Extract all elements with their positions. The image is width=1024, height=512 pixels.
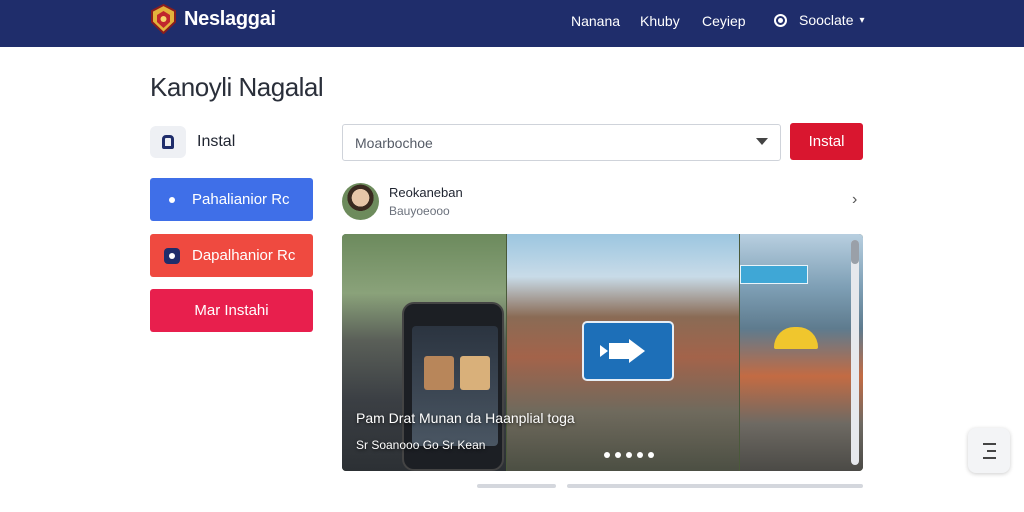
sidebar-button-3-label: Mar Instahi xyxy=(194,302,269,319)
post-author[interactable]: Reokaneban Bauyoeooo xyxy=(342,183,463,220)
author-subtitle: Bauyoeooo xyxy=(389,204,450,218)
sidebar-install-label: Instal xyxy=(197,133,236,150)
brand-name: Neslaggai xyxy=(184,7,276,30)
menu-fab-button[interactable] xyxy=(968,428,1010,473)
media-caption-subtitle: Sr Soanooo Go Sr Kean xyxy=(356,438,486,452)
page-title: Kanoyli Nagalal xyxy=(150,72,324,102)
top-navigation-bar: Neslaggai Nanana Khuby Ceyiep Sooclate ▾ xyxy=(0,0,1024,47)
button-bullet-icon xyxy=(164,191,180,208)
avatar xyxy=(342,183,379,220)
button-bullet-icon xyxy=(164,247,180,264)
sidebar-install-item[interactable]: Instal xyxy=(150,126,235,158)
progress-bar-right xyxy=(567,484,863,488)
nav-link-3[interactable]: Ceyiep xyxy=(702,13,746,29)
carousel-dots[interactable] xyxy=(604,452,654,458)
sidebar-button-2-label: Dapalhanior Rc xyxy=(192,247,296,264)
chevron-right-icon[interactable]: › xyxy=(852,191,857,209)
menu-icon-line xyxy=(982,442,996,445)
user-status-icon xyxy=(774,13,787,27)
menu-icon-line xyxy=(986,449,996,452)
media-scrollbar[interactable] xyxy=(851,240,859,465)
scrollbar-thumb[interactable] xyxy=(851,240,859,264)
sidebar-button-2[interactable]: Dapalhanior Rc xyxy=(150,234,313,277)
carousel-dot[interactable] xyxy=(648,452,654,458)
brand[interactable]: Neslaggai xyxy=(150,3,276,35)
sidebar-button-1-label: Pahalianior Rc xyxy=(192,191,290,208)
author-name: Reokaneban xyxy=(389,185,463,200)
nav-link-2[interactable]: Khuby xyxy=(640,13,680,29)
chevron-down-icon: ▾ xyxy=(859,14,865,26)
shop-sign-image xyxy=(740,265,808,284)
user-menu[interactable]: Sooclate ▾ xyxy=(774,12,865,28)
search-select-value: Moarbochoe xyxy=(355,134,433,151)
carousel-dot[interactable] xyxy=(626,452,632,458)
install-button[interactable]: Instal xyxy=(790,123,863,160)
media-gallery[interactable]: Pam Drat Munan da Haanplial toga Sr Soan… xyxy=(342,234,863,471)
install-icon xyxy=(150,126,186,158)
sidebar-button-3[interactable]: Mar Instahi xyxy=(150,289,313,332)
user-menu-label: Sooclate xyxy=(799,12,854,28)
sidebar-button-1[interactable]: Pahalianior Rc xyxy=(150,178,313,221)
carousel-dot[interactable] xyxy=(615,452,621,458)
brand-logo-icon xyxy=(150,3,177,35)
menu-icon-line xyxy=(982,456,996,459)
play-button-icon[interactable] xyxy=(582,321,674,381)
gallery-image-1 xyxy=(342,234,506,471)
carousel-dot[interactable] xyxy=(604,452,610,458)
chevron-down-icon xyxy=(756,138,768,145)
media-caption-title: Pam Drat Munan da Haanplial toga xyxy=(356,410,575,426)
progress-bar-left xyxy=(477,484,556,488)
search-select[interactable]: Moarbochoe xyxy=(342,124,781,161)
carousel-dot[interactable] xyxy=(637,452,643,458)
nav-link-1[interactable]: Nanana xyxy=(571,13,620,29)
